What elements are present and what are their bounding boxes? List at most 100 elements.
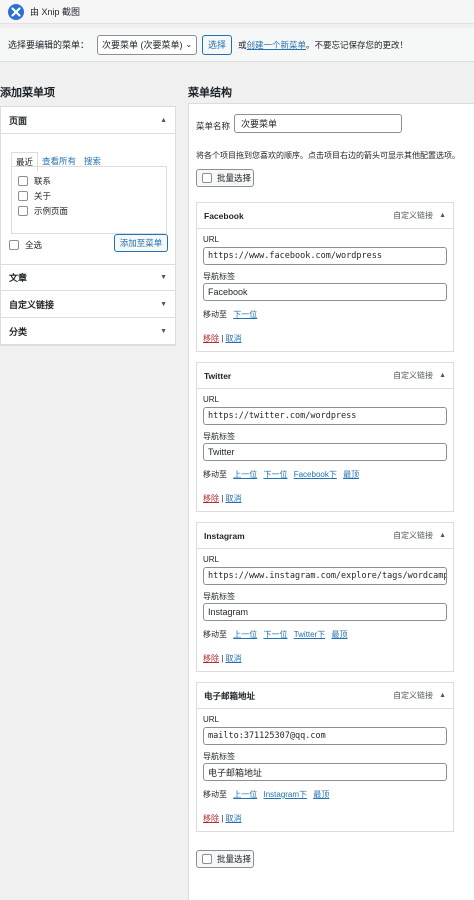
window-title: 由 Xnip 截图 [30, 7, 81, 17]
select-all-checkbox[interactable] [9, 239, 19, 250]
menu-item-type: 自定义链接 [393, 691, 434, 700]
collapse-arrow-icon[interactable]: ▲ [439, 532, 446, 539]
cancel-link[interactable]: 取消 [226, 494, 242, 503]
menu-select-dropdown[interactable]: 次要菜单 (次要菜单) ⌄ [97, 34, 198, 55]
menu-item-title: Instagram [204, 530, 245, 541]
move-up-link[interactable]: 上一位 [233, 630, 257, 639]
select-button[interactable]: 选择 [202, 34, 233, 55]
select-all[interactable]: 全选 [9, 237, 42, 252]
menu-select-bar: 选择要编辑的菜单： 次要菜单 (次要菜单) ⌄ 选择 或创建一个新菜单。不要忘记… [0, 28, 474, 62]
move-to-label: 移动至 [203, 630, 227, 639]
create-menu-hint: 或创建一个新菜单。不要忘记保存您的更改！ [238, 39, 408, 51]
menu-select-value: 次要菜单 (次要菜单) [102, 40, 183, 50]
bulk-select-button[interactable]: 批量选择 [196, 169, 254, 187]
remove-link[interactable]: 移除 [203, 494, 219, 503]
nav-label-label: 导航标签 [203, 272, 235, 281]
move-row: 移动至 上一位 下一位 Twitter下 最顶 [203, 629, 447, 639]
select-all-label: 全选 [25, 239, 43, 250]
list-item[interactable]: 关于 [18, 188, 160, 203]
action-separator: | [221, 814, 224, 823]
nav-label-label: 导航标签 [203, 432, 235, 441]
move-top-link[interactable]: 最顶 [343, 470, 359, 479]
action-separator: | [221, 494, 224, 503]
move-under-link[interactable]: Facebook下 [294, 470, 337, 479]
list-item[interactable]: 联系 [18, 173, 160, 188]
remove-link[interactable]: 移除 [203, 814, 219, 823]
menu-name-label: 菜单名称 [196, 121, 231, 131]
move-top-link[interactable]: 最顶 [313, 790, 329, 799]
custom-links-title: 自定义链接 [9, 299, 55, 310]
bulk-select-label: 批量选择 [217, 854, 252, 864]
move-row: 移动至 上一位 下一位 Facebook下 最顶 [203, 469, 447, 479]
move-under-link[interactable]: Twitter下 [294, 630, 326, 639]
remove-link[interactable]: 移除 [203, 334, 219, 343]
move-top-link[interactable]: 最顶 [332, 630, 348, 639]
bulk-select-button-bottom[interactable]: 批量选择 [196, 850, 254, 868]
remove-link[interactable]: 移除 [203, 654, 219, 663]
add-menu-items-heading: 添加菜单项 [0, 87, 55, 99]
title-bar: 由 Xnip 截图 [0, 0, 474, 24]
select-menu-label: 选择要编辑的菜单： [8, 40, 90, 50]
menu-item-header[interactable]: Facebook 自定义链接 ▲ [197, 203, 453, 229]
move-row: 移动至 上一位 Instagram下 最顶 [203, 789, 447, 799]
move-down-link[interactable]: 下一位 [263, 470, 287, 479]
list-item[interactable]: 示例页面 [18, 203, 160, 218]
move-to-label: 移动至 [203, 470, 227, 479]
menu-name-input[interactable]: 次要菜单 [234, 114, 402, 133]
menu-item-header[interactable]: Twitter 自定义链接 ▲ [197, 363, 453, 389]
bulk-select-checkbox[interactable] [202, 173, 212, 183]
menu-item-title: Facebook [204, 210, 244, 221]
collapse-arrow-icon: ▲ [160, 116, 167, 124]
checkbox[interactable] [18, 190, 28, 201]
bulk-select-checkbox[interactable] [202, 854, 212, 864]
or-text: 或 [238, 39, 247, 50]
action-separator: | [221, 334, 224, 343]
expand-arrow-icon: ▼ [160, 327, 167, 335]
url-input[interactable]: https://www.facebook.com/wordpress [203, 247, 447, 265]
collapse-arrow-icon[interactable]: ▲ [439, 212, 446, 219]
page-label: 联系 [34, 175, 52, 186]
custom-links-accordion-header[interactable]: 自定义链接 ▼ [1, 291, 175, 318]
create-menu-link[interactable]: 创建一个新菜单 [247, 40, 307, 50]
url-input[interactable]: https://twitter.com/wordpress [203, 407, 447, 425]
cancel-link[interactable]: 取消 [226, 654, 242, 663]
expand-arrow-icon: ▼ [160, 300, 167, 308]
cancel-link[interactable]: 取消 [226, 814, 242, 823]
add-to-menu-button[interactable]: 添加至菜单 [114, 234, 168, 252]
page-label: 示例页面 [34, 205, 69, 216]
item-actions: 移除 | 取消 [203, 333, 447, 345]
xnip-logo-icon [8, 3, 24, 20]
pages-accordion-header[interactable]: 页面 ▲ [1, 107, 175, 134]
move-under-link[interactable]: Instagram下 [263, 790, 307, 799]
url-input[interactable]: mailto:371125307@qq.com [203, 727, 447, 745]
collapse-arrow-icon[interactable]: ▲ [439, 372, 446, 379]
menu-item-type: 自定义链接 [393, 371, 434, 380]
checkbox[interactable] [18, 175, 28, 186]
nav-label-input[interactable]: Facebook [203, 283, 447, 301]
page-label: 关于 [34, 190, 52, 201]
menu-structure-heading: 菜单结构 [188, 87, 232, 99]
move-up-link[interactable]: 上一位 [233, 470, 257, 479]
url-label: URL [203, 235, 220, 244]
menu-item-email: 电子邮箱地址 自定义链接 ▲ URL mailto:371125307@qq.co… [196, 682, 454, 832]
item-actions: 移除 | 取消 [203, 653, 447, 665]
cancel-link[interactable]: 取消 [226, 334, 242, 343]
collapse-arrow-icon[interactable]: ▲ [439, 692, 446, 699]
nav-label-input[interactable]: Instagram [203, 603, 447, 621]
move-down-link[interactable]: 下一位 [233, 310, 257, 319]
structure-description: 将各个项目拖到您喜欢的顺序。点击项目右边的箭头可显示其他配置选项。 [196, 151, 460, 160]
checkbox[interactable] [18, 205, 28, 216]
posts-accordion-header[interactable]: 文章 ▼ [1, 264, 175, 291]
menu-item-header[interactable]: 电子邮箱地址 自定义链接 ▲ [197, 683, 453, 709]
menu-item-twitter: Twitter 自定义链接 ▲ URL https://twitter.com/w… [196, 362, 454, 512]
categories-accordion-header[interactable]: 分类 ▼ [1, 318, 175, 345]
menu-item-facebook: Facebook 自定义链接 ▲ URL https://www.facebook… [196, 202, 454, 352]
posts-title: 文章 [9, 273, 28, 283]
move-up-link[interactable]: 上一位 [233, 790, 257, 799]
nav-label-input[interactable]: Twitter [203, 443, 447, 461]
move-down-link[interactable]: 下一位 [263, 630, 287, 639]
menu-item-header[interactable]: Instagram 自定义链接 ▲ [197, 523, 453, 549]
url-input[interactable]: https://www.instagram.com/explore/tags/w… [203, 567, 447, 585]
nav-label-input[interactable]: 电子邮箱地址 [203, 763, 447, 781]
move-to-label: 移动至 [203, 790, 227, 799]
